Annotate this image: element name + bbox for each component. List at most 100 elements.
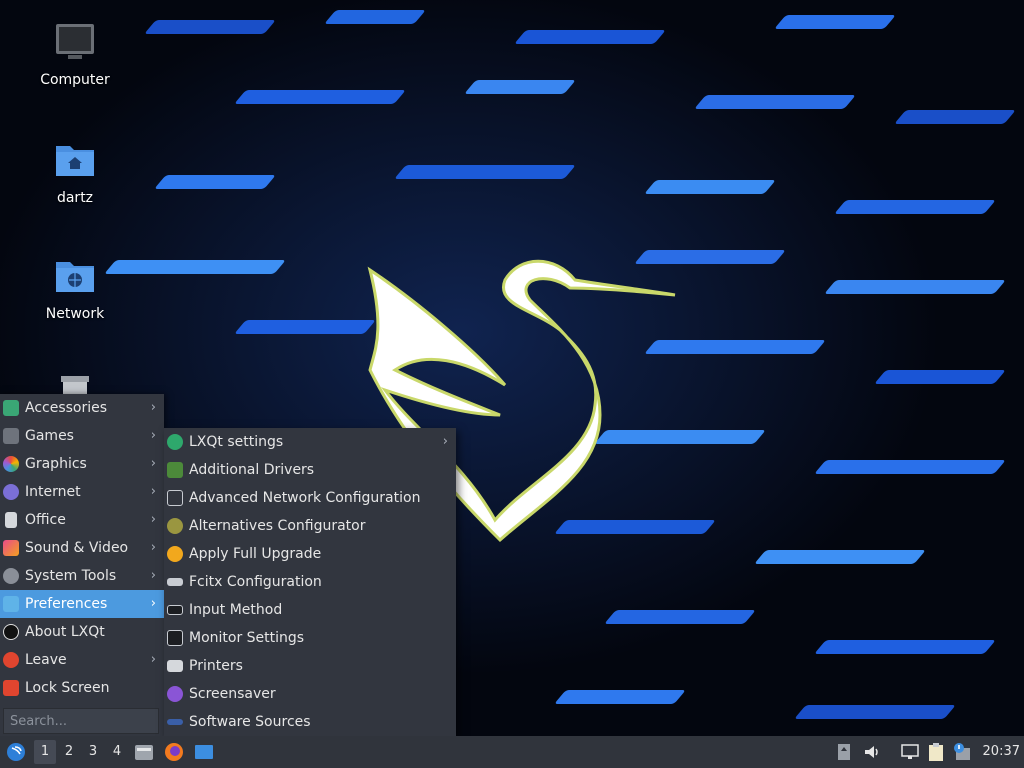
games-icon [3,428,19,444]
menu-item-leave[interactable]: Leave › [0,646,164,674]
wallpaper-streak [234,90,406,104]
keyboard-icon [167,578,183,586]
monitor-icon [167,630,183,646]
wallpaper-streak [514,30,666,44]
network-status-icon[interactable] [900,742,920,762]
file-manager-icon[interactable] [134,742,154,762]
menu-item-label: Internet [25,484,81,500]
wallpaper-streak [754,550,926,564]
menu-item-printers[interactable]: Printers [164,652,456,680]
chevron-right-icon: › [150,652,156,667]
menu-item-label: Screensaver [189,686,276,702]
menu-item-input-method[interactable]: Input Method [164,596,456,624]
wallpaper-streak [154,175,276,189]
menu-item-alternatives-configurator[interactable]: Alternatives Configurator [164,512,456,540]
info-icon [3,624,19,640]
menu-item-label: Accessories [25,400,108,416]
preferences-submenu: LXQt settings › Additional Drivers Advan… [164,428,456,736]
menu-item-label: Graphics [25,456,87,472]
menu-item-games[interactable]: Games › [0,422,164,450]
menu-item-software-sources[interactable]: Software Sources [164,708,456,736]
wallpaper-streak [894,110,1016,124]
menu-item-system-tools[interactable]: System Tools › [0,562,164,590]
desktop-switcher-2[interactable]: 2 [58,740,80,764]
chevron-right-icon: › [150,568,156,583]
preferences-icon [3,596,19,612]
desktop-switcher-3[interactable]: 3 [82,740,104,764]
menu-item-graphics[interactable]: Graphics › [0,450,164,478]
start-menu-icon[interactable] [6,742,26,762]
menu-item-about-lxqt[interactable]: About LXQt [0,618,164,646]
menu-item-accessories[interactable]: Accessories › [0,394,164,422]
desktop-icon-network[interactable]: Network [25,256,125,322]
menu-item-office[interactable]: Office › [0,506,164,534]
menu-item-sound-video[interactable]: Sound & Video › [0,534,164,562]
volume-icon[interactable] [862,742,882,762]
home-folder-icon [56,146,94,176]
menu-item-preferences[interactable]: Preferences › [0,590,164,618]
menu-item-label: Additional Drivers [189,462,315,478]
system-tools-icon [3,568,19,584]
wallpaper-streak [644,180,776,194]
wallpaper-streak [774,15,896,29]
firefox-icon[interactable] [164,742,184,762]
show-desktop-icon[interactable] [194,742,214,762]
lxqt-settings-icon [167,434,183,450]
power-icon [3,652,19,668]
desktop-icon-label: Network [45,306,105,322]
menu-item-label: Alternatives Configurator [189,518,366,534]
menu-search-input[interactable]: Search... [3,708,159,734]
menu-item-label: Leave [25,652,67,668]
menu-item-internet[interactable]: Internet › [0,478,164,506]
chevron-right-icon: › [150,596,156,611]
menu-item-monitor-settings[interactable]: Monitor Settings [164,624,456,652]
accessories-icon [3,400,19,416]
office-icon [5,512,17,528]
menu-item-label: Lock Screen [25,680,110,696]
network-folder-icon [56,262,94,292]
menu-item-label: Office [25,512,66,528]
update-notifier-icon[interactable] [952,742,972,762]
computer-icon [56,24,94,59]
menu-item-label: Apply Full Upgrade [189,546,322,562]
keyboard-icon [167,605,183,615]
menu-item-label: Input Method [189,602,283,618]
desktop-switcher-4[interactable]: 4 [106,740,128,764]
chevron-right-icon: › [150,540,156,555]
wallpaper-streak [554,690,686,704]
menu-item-advanced-network-configuration[interactable]: Advanced Network Configuration [164,484,456,512]
wallpaper-streak [144,20,276,34]
menu-item-label: System Tools [25,568,117,584]
menu-item-label: Sound & Video [25,540,129,556]
taskbar: 1 2 3 4 20:37 [0,736,1024,768]
chevron-right-icon: › [150,484,156,499]
wallpaper-streak [834,200,996,214]
chevron-right-icon: › [150,400,156,415]
menu-item-label: Printers [189,658,243,674]
alternatives-icon [167,518,183,534]
menu-item-label: Software Sources [189,714,311,730]
chevron-right-icon: › [442,434,448,449]
menu-item-screensaver[interactable]: Screensaver [164,680,456,708]
menu-item-label: About LXQt [25,624,105,640]
chip-icon [167,462,183,478]
menu-item-label: Games [25,428,74,444]
menu-item-lock-screen[interactable]: Lock Screen [0,674,164,702]
internet-icon [3,484,19,500]
menu-item-apply-full-upgrade[interactable]: Apply Full Upgrade [164,540,456,568]
network-monitor-icon [167,490,183,506]
removable-media-icon[interactable] [834,742,854,762]
printer-icon [167,660,183,672]
clock[interactable]: 20:37 [983,736,1020,768]
desktop-icon-computer[interactable]: Computer [25,22,125,88]
graphics-icon [3,456,19,472]
menu-item-label: Preferences [25,596,108,612]
menu-item-lxqt-settings[interactable]: LXQt settings › [164,428,456,456]
clipboard-icon[interactable] [926,742,946,762]
desktop-switcher-1[interactable]: 1 [34,740,56,764]
desktop-icon-home-folder[interactable]: dartz [25,140,125,206]
menu-item-fcitx-configuration[interactable]: Fcitx Configuration [164,568,456,596]
wallpaper-streak [874,370,1006,384]
chevron-right-icon: › [150,456,156,471]
menu-item-additional-drivers[interactable]: Additional Drivers [164,456,456,484]
